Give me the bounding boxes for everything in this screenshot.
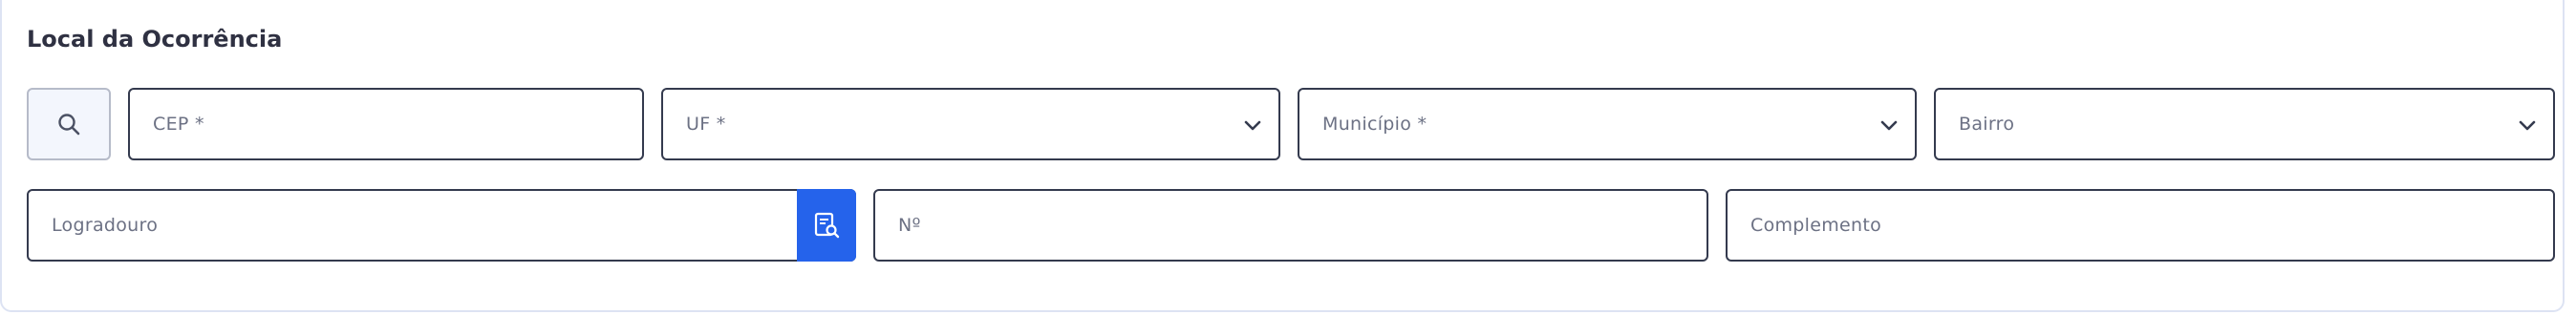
search-icon [58,114,80,136]
complemento-placeholder: Complemento [1750,215,1882,236]
bairro-select[interactable]: Bairro [1934,88,2555,160]
logradouro-search-button[interactable] [797,189,856,262]
cep-input[interactable]: CEP * [128,88,644,160]
complemento-input[interactable]: Complemento [1726,189,2555,262]
municipio-select[interactable]: Município * [1298,88,1917,160]
bairro-placeholder: Bairro [1959,114,2015,135]
chevron-down-icon [1244,120,1261,131]
municipio-placeholder: Município * [1322,114,1428,135]
document-search-icon [814,212,840,239]
uf-placeholder: UF * [686,114,726,135]
logradouro-placeholder: Logradouro [52,215,159,236]
uf-select[interactable]: UF * [661,88,1280,160]
chevron-down-icon [1880,120,1898,131]
location-panel: Local da Ocorrência CEP * UF * Município… [0,0,2565,312]
chevron-down-icon [2519,120,2536,131]
numero-input[interactable]: Nº [873,189,1708,262]
numero-placeholder: Nº [898,215,921,236]
section-title: Local da Ocorrência [27,26,283,52]
logradouro-input[interactable]: Logradouro [27,189,856,262]
cep-search-button[interactable] [27,88,111,160]
cep-placeholder: CEP * [153,114,204,135]
